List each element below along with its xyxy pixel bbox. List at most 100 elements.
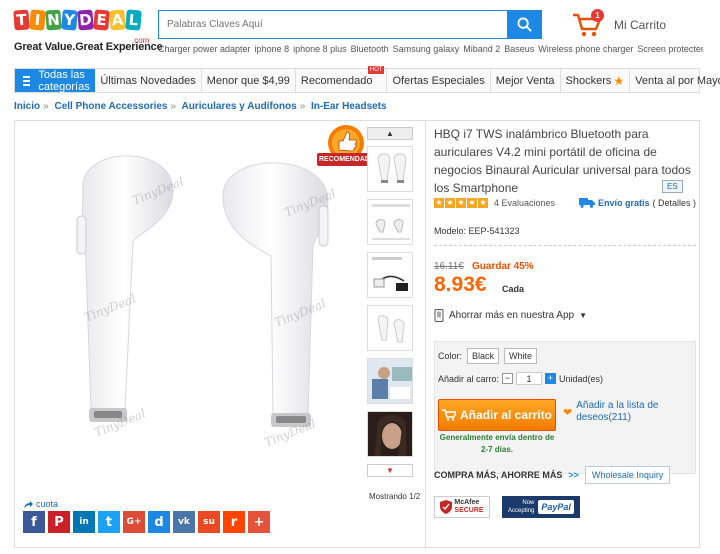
linkedin-icon[interactable]: in	[73, 511, 95, 533]
main-product-image[interactable]: TinyDeal TinyDeal TinyDeal TinyDeal Tiny…	[23, 126, 369, 506]
breadcrumb-link[interactable]: Cell Phone Accessories	[54, 101, 167, 112]
quantity-decrease-button[interactable]: −	[502, 373, 514, 384]
product-info: HBQ i7 TWS inalámbrico Bluetooth para au…	[434, 125, 696, 518]
breadcrumb-link[interactable]: Inicio	[14, 101, 40, 112]
quantity-input[interactable]: 1	[516, 372, 543, 385]
app-promo[interactable]: Ahorrar más en nuestra App ▼	[434, 309, 587, 322]
thumbnail[interactable]	[367, 411, 413, 457]
cart-button[interactable]: 1 Mi Carrito	[572, 9, 666, 38]
nav-item-novedades[interactable]: Últimas Novedades	[95, 69, 202, 92]
thumbnail[interactable]	[367, 358, 413, 404]
discount-label: Guardar 45%	[472, 261, 534, 272]
hot-keyword-link[interactable]: iphone 8 plus	[293, 44, 347, 54]
breadcrumb-separator: »	[43, 101, 49, 112]
logo-wordmark: TINYDEAL	[13, 9, 150, 31]
earbuds-image	[76, 155, 329, 427]
rating-row: ★ ★ ★ ★ ★ 4 Evaluaciones Envío gratis ( Deta…	[434, 197, 696, 208]
wishlist-link[interactable]: ❤ Añadir a la lista de deseos(211)	[563, 400, 693, 424]
chevron-up-icon: ▲	[386, 129, 394, 138]
wholesale-inquiry-button[interactable]: Wholesale Inquiry	[584, 466, 671, 484]
caret-down-icon: ▼	[579, 311, 587, 320]
facebook-icon[interactable]: f	[23, 511, 45, 533]
shield-icon	[440, 500, 453, 514]
twitter-icon[interactable]: t	[98, 511, 120, 533]
hot-keyword-link[interactable]: Miband 2	[463, 44, 500, 54]
thumbnail[interactable]	[367, 305, 413, 351]
hot-keyword-link[interactable]: iphone 8	[255, 44, 290, 54]
vk-icon[interactable]: vk	[173, 511, 195, 533]
paypal-now: Now	[522, 500, 535, 506]
nav-label: Últimas Novedades	[100, 74, 196, 87]
color-selector: Color: Black White	[438, 348, 538, 364]
thumbnail[interactable]	[367, 252, 413, 298]
thumb-down-button[interactable]: ▼	[367, 464, 413, 477]
breadcrumb: Inicio» Cell Phone Accessories» Auricula…	[14, 101, 387, 112]
nav-item-shockers[interactable]: Shockers ★	[561, 69, 631, 92]
logo-letter: N	[45, 9, 62, 31]
reviews-link[interactable]: 4 Evaluaciones	[494, 198, 555, 208]
free-shipping-label: Envío gratis	[597, 197, 650, 208]
pinterest-icon[interactable]: P	[48, 511, 70, 533]
more-icon[interactable]: +	[248, 511, 270, 533]
quantity-unit: Unidad(es)	[559, 373, 604, 384]
breadcrumb-separator: »	[170, 101, 177, 112]
hot-keyword-link[interactable]: Samsung galaxy	[393, 44, 460, 54]
wholesale-label: COMPRA MÁS, AHORRE MÁS	[434, 470, 563, 480]
search-icon	[516, 17, 532, 32]
shipping-details: ( Detalles )	[652, 197, 696, 208]
phone-icon	[434, 309, 444, 322]
hot-keyword-link[interactable]: Screen protecter	[637, 44, 703, 54]
nav-item-recomendado[interactable]: Recomendado HOT	[296, 66, 388, 92]
breadcrumb-link[interactable]: In-Ear Headsets	[311, 101, 387, 112]
language-badge[interactable]: ES	[662, 180, 683, 193]
search-button[interactable]	[507, 11, 541, 38]
reddit-icon[interactable]: r	[223, 511, 245, 533]
logo-letter: L	[125, 9, 142, 31]
rating-stars: ★ ★ ★ ★ ★	[434, 197, 488, 208]
truck-icon	[578, 198, 595, 208]
quantity-increase-button[interactable]: +	[545, 373, 557, 384]
thumb-up-button[interactable]: ▲	[367, 127, 413, 140]
add-to-cart-button[interactable]: Añadir al carrito	[438, 399, 556, 431]
hot-keyword-link[interactable]: Charger power adapter	[158, 44, 251, 54]
nav-item-mejor-venta[interactable]: Mejor Venta	[491, 69, 561, 92]
model-number: Modelo: EEP-541323	[434, 226, 520, 236]
hot-keyword-link[interactable]: Bluetooth	[351, 44, 389, 54]
recommended-badge-text: RECOMENDADO	[319, 156, 376, 163]
divider	[434, 245, 696, 246]
nav-label: Mejor Venta	[495, 74, 555, 87]
color-label: Color:	[438, 351, 463, 361]
shipping-note: Generalmente envía dentro de 2-7 días.	[439, 433, 555, 454]
mcafee-secure-seal[interactable]: McAfee SECURE	[434, 496, 490, 518]
paypal-seal[interactable]: Now Accepting PayPal	[502, 496, 580, 518]
star-icon: ★	[478, 197, 488, 208]
nav-item-menor[interactable]: Menor que $4,99	[202, 69, 296, 92]
color-option-white[interactable]: White	[504, 348, 538, 364]
color-option-black[interactable]: Black	[467, 348, 500, 364]
free-shipping[interactable]: Envío gratis ( Detalles )	[578, 197, 696, 208]
share-bar: cuota f Pin t G+ d vk su r +	[23, 499, 270, 533]
thumbnail-strip: ▲ ▼	[367, 127, 415, 477]
nav-item-ofertas[interactable]: Ofertas Especiales	[387, 69, 491, 92]
breadcrumb-link[interactable]: Auriculares y Audífonos	[181, 101, 296, 112]
hot-keyword-link[interactable]: Baseus	[504, 44, 534, 54]
search-input[interactable]	[159, 11, 507, 38]
stumbleupon-icon[interactable]: su	[198, 511, 220, 533]
star-icon: ★	[613, 73, 625, 88]
googleplus-icon[interactable]: G+	[123, 511, 145, 533]
nav-label: Ofertas Especiales	[392, 74, 485, 87]
wholesale-row: COMPRA MÁS, AHORRE MÁS >> Wholesale Inqu…	[434, 466, 671, 484]
thumbnail[interactable]	[367, 199, 413, 245]
quantity-stepper: Añadir al carro: − 1 + Unidad(es)	[438, 372, 603, 385]
logo[interactable]: TINYDEAL .com Great Value.Great Experien…	[13, 9, 163, 56]
logo-letter: I	[29, 9, 46, 31]
share-label[interactable]: cuota	[23, 499, 270, 509]
thumbnail[interactable]	[367, 146, 413, 192]
cart-count-badge: 1	[591, 9, 604, 22]
menu-icon	[23, 75, 31, 86]
digg-icon[interactable]: d	[148, 511, 170, 533]
nav-item-mayor[interactable]: Venta al por Mayor	[630, 69, 720, 92]
hot-keyword-link[interactable]: Wireless phone charger	[538, 44, 633, 54]
star-icon: ★	[434, 197, 444, 208]
all-categories-button[interactable]: Todas las categorías	[15, 69, 96, 93]
